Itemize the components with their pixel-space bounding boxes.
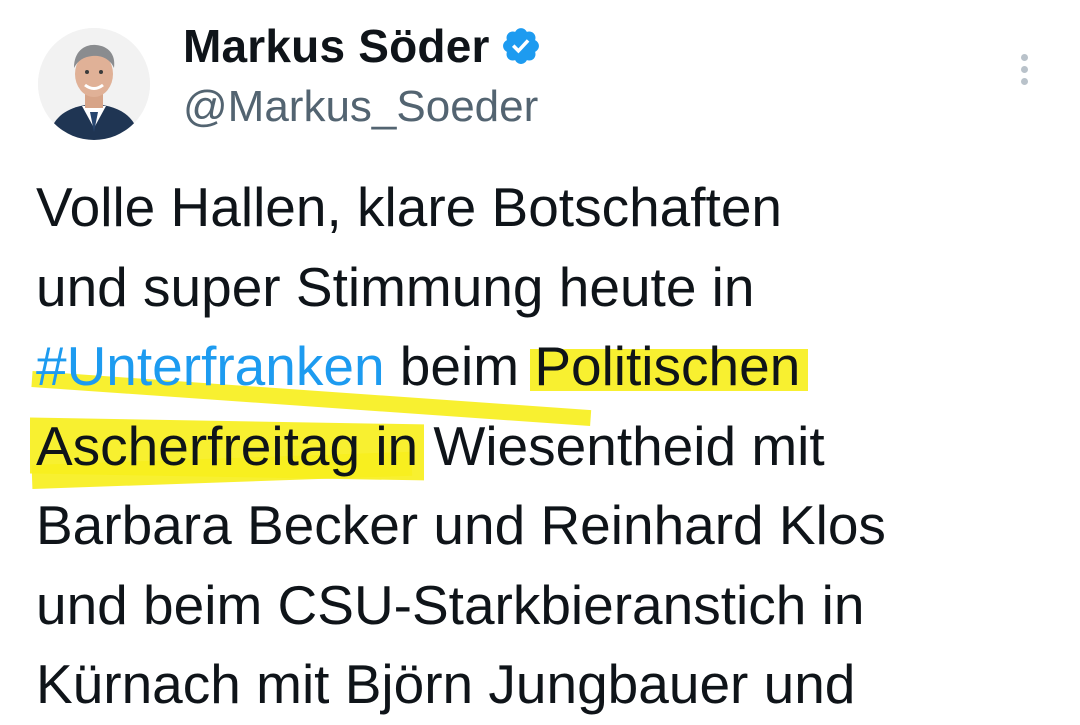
hashtag-link[interactable]: #Unterfranken (36, 335, 385, 397)
more-vertical-icon[interactable] (1012, 54, 1036, 94)
tweet-line: und super Stimmung heute in (36, 255, 755, 318)
highlighted-text: Politischen (530, 335, 809, 397)
tweet-line: Barbara Becker und Reinhard Klos (36, 494, 886, 556)
author-display-name[interactable]: Markus Söder (183, 19, 490, 73)
tweet-line: Kürnach mit Björn Jungbauer und (36, 653, 856, 715)
tweet-line: #Unterfranken beim Politischen (36, 327, 1046, 407)
tweet-line: und beim CSU-Starkbieranstich in (36, 573, 865, 636)
profile-avatar[interactable] (38, 28, 150, 140)
highlighted-text: Ascherfreitag in (30, 370, 592, 489)
tweet-line: Ascherfreitag in Wiesentheid mit (30, 370, 1046, 489)
tweet-line: Volle Hallen, klare Botschaften (36, 176, 782, 238)
tweet-text: Volle Hallen, klare Botschaften und supe… (30, 168, 1046, 725)
avatar-photo-icon (38, 28, 150, 140)
author-name-row[interactable]: Markus Söder (183, 14, 542, 78)
verified-badge-icon (500, 25, 542, 67)
author-handle[interactable]: @Markus_Soeder (183, 82, 538, 132)
tweet-card: Markus Söder @Markus_Soeder Volle Hallen… (0, 0, 1080, 724)
